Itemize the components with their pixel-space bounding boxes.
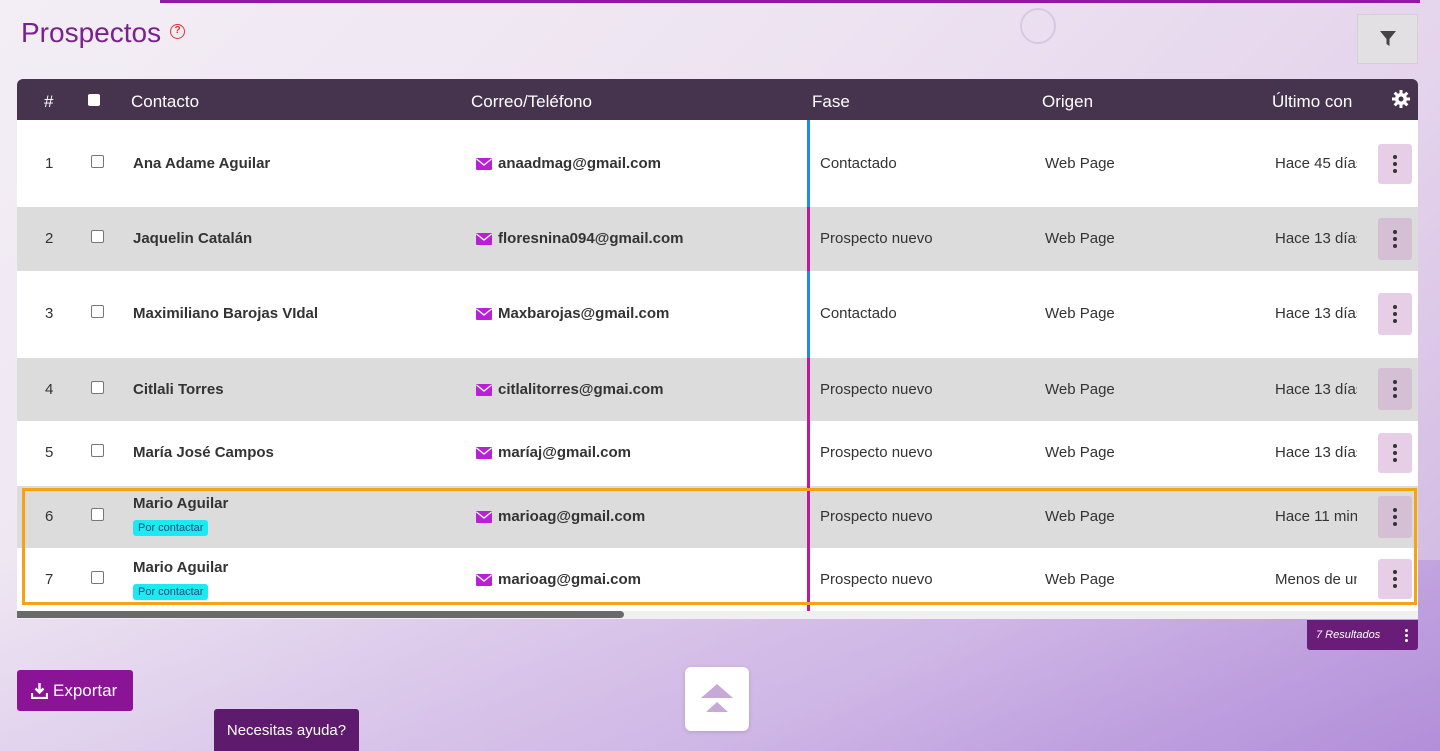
last-contact-text: Hace 13 días [1275, 305, 1357, 322]
mail-icon [476, 446, 492, 459]
more-vert-icon[interactable] [1404, 629, 1408, 642]
contact-email[interactable]: Maxbarojas@gmail.com [476, 305, 669, 322]
phase-indicator [807, 271, 810, 358]
col-header-origen[interactable]: Origen [1042, 92, 1093, 112]
phase-text: Prospecto nuevo [820, 444, 933, 461]
table-header: # Contacto Correo/Teléfono Fase Origen Ú… [17, 79, 1418, 120]
mail-icon [476, 307, 492, 320]
table-row[interactable]: 4 Citlali Torres citlalitorres@gmai.com … [17, 358, 1418, 421]
contact-name[interactable]: María José Campos [133, 444, 274, 461]
help-chat-label: Necesitas ayuda? [226, 721, 347, 739]
phase-indicator [807, 207, 810, 271]
more-vert-icon [1393, 380, 1397, 398]
row-number: 5 [45, 444, 54, 461]
row-number: 2 [45, 230, 54, 247]
gear-icon[interactable] [1391, 89, 1411, 109]
more-vert-icon [1393, 444, 1397, 462]
phase-text: Contactado [820, 305, 897, 322]
scroll-top-button[interactable] [685, 667, 749, 731]
phase-text: Prospecto nuevo [820, 230, 933, 247]
phase-indicator [807, 358, 810, 421]
col-header-fase[interactable]: Fase [812, 92, 850, 112]
origin-text: Web Page [1045, 155, 1115, 172]
filter-button[interactable] [1357, 14, 1418, 64]
email-text: floresnina094@gmail.com [498, 230, 684, 247]
filter-icon [1379, 31, 1396, 46]
contact-email[interactable]: maríaj@gmail.com [476, 444, 631, 461]
download-icon [31, 683, 48, 699]
mail-icon [476, 232, 492, 245]
email-text: citlalitorres@gmai.com [498, 381, 664, 398]
last-contact-text: Hace 13 días [1275, 381, 1357, 398]
phase-indicator [807, 421, 810, 486]
row-number: 4 [45, 381, 54, 398]
phase-text: Contactado [820, 155, 897, 172]
row-menu-button[interactable] [1378, 368, 1412, 410]
row-menu-button[interactable] [1378, 144, 1412, 184]
email-text: maríaj@gmail.com [498, 444, 632, 461]
more-vert-icon [1393, 230, 1397, 248]
row-menu-button[interactable] [1378, 293, 1412, 335]
phase-indicator [807, 120, 810, 207]
contact-name[interactable]: Ana Adame Aguilar [133, 155, 270, 172]
origin-text: Web Page [1045, 381, 1115, 398]
mail-icon [476, 157, 492, 170]
contact-email[interactable]: floresnina094@gmail.com [476, 230, 684, 247]
table-row[interactable]: 2 Jaquelin Catalán floresnina094@gmail.c… [17, 207, 1418, 271]
more-vert-icon [1393, 155, 1397, 173]
row-checkbox[interactable] [91, 305, 104, 318]
row-checkbox[interactable] [91, 444, 104, 457]
last-contact-text: Hace 13 días [1275, 230, 1357, 247]
last-contact-text: Hace 45 días [1275, 155, 1357, 172]
phase-text: Prospecto nuevo [820, 381, 933, 398]
horizontal-scrollbar[interactable] [17, 611, 624, 618]
row-checkbox[interactable] [91, 381, 104, 394]
table-row[interactable]: 3 Maximiliano Barojas VIdal Maxbarojas@g… [17, 271, 1418, 358]
help-chat-button[interactable]: Necesitas ayuda? [214, 709, 359, 751]
row-number: 1 [45, 155, 54, 172]
help-icon[interactable]: ? [170, 24, 185, 39]
origin-text: Web Page [1045, 230, 1115, 247]
col-header-ultimo[interactable]: Último con [1272, 92, 1352, 112]
top-accent-bar [160, 0, 1420, 3]
row-menu-button[interactable] [1378, 433, 1412, 473]
col-header-correo[interactable]: Correo/Teléfono [471, 92, 592, 112]
export-button[interactable]: Exportar [17, 670, 133, 711]
page-title: Prospectos [21, 17, 162, 48]
origin-text: Web Page [1045, 305, 1115, 322]
row-checkbox[interactable] [91, 155, 104, 168]
results-label: 7 Resultados [1316, 629, 1381, 641]
row-number: 3 [45, 305, 54, 322]
table-row[interactable]: 1 Ana Adame Aguilar anaadmag@gmail.com C… [17, 120, 1418, 207]
select-all-checkbox[interactable] [88, 94, 100, 106]
row-checkbox[interactable] [91, 230, 104, 243]
contact-email[interactable]: citlalitorres@gmai.com [476, 381, 664, 398]
highlight-annotation [22, 488, 1417, 605]
origin-text: Web Page [1045, 444, 1115, 461]
scroll-top-icon [701, 684, 733, 712]
row-menu-button[interactable] [1378, 218, 1412, 260]
table-row[interactable]: 5 María José Campos maríaj@gmail.com Pro… [17, 421, 1418, 486]
col-header-num[interactable]: # [44, 92, 53, 112]
results-count: 7 Resultados [1307, 620, 1418, 650]
background-circle [1020, 8, 1056, 44]
contact-name[interactable]: Maximiliano Barojas VIdal [133, 305, 318, 322]
contact-name[interactable]: Citlali Torres [133, 381, 224, 398]
contact-email[interactable]: anaadmag@gmail.com [476, 155, 661, 172]
email-text: Maxbarojas@gmail.com [498, 305, 670, 322]
more-vert-icon [1393, 305, 1397, 323]
mail-icon [476, 383, 492, 396]
export-label: Exportar [53, 680, 118, 700]
contact-name[interactable]: Jaquelin Catalán [133, 230, 252, 247]
col-header-contacto[interactable]: Contacto [131, 92, 199, 112]
last-contact-text: Hace 13 días [1275, 444, 1357, 461]
email-text: anaadmag@gmail.com [498, 155, 662, 172]
